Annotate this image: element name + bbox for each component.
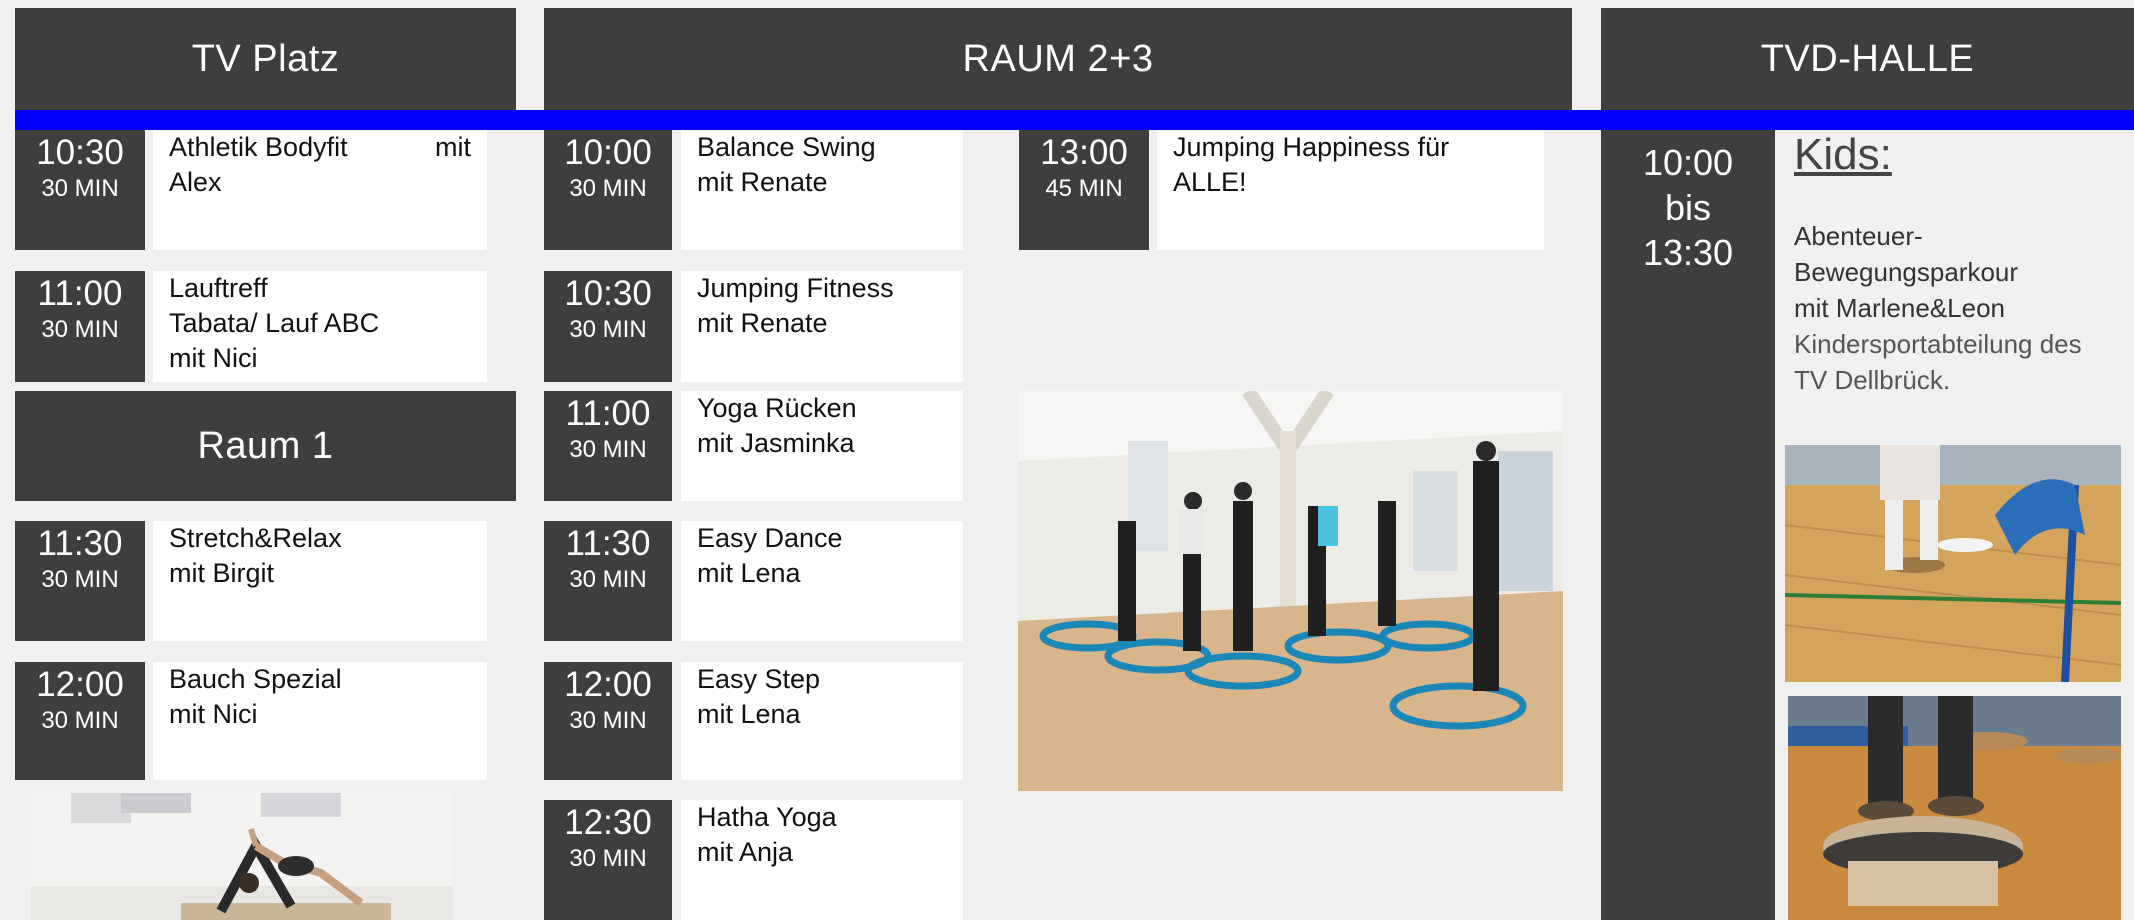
duration-label: 30 MIN <box>41 175 119 202</box>
class-title: Athletik Bodyfit <box>169 132 348 162</box>
class-card: Hatha Yoga mit Anja <box>681 800 963 920</box>
kids-time-to: 13:30 <box>1642 232 1734 273</box>
class-card: Yoga Rücken mit Jasminka <box>681 391 963 501</box>
class-card: Jumping Fitness mit Renate <box>681 271 963 382</box>
duration-label: 30 MIN <box>569 566 647 593</box>
class-instructor: mit Nici <box>169 699 258 729</box>
kids-department: Kindersportabteilung des <box>1794 329 2082 359</box>
class-title: Bauch Spezial <box>169 664 342 694</box>
kids-time-slot: 10:00 bis 13:30 <box>1601 130 1775 920</box>
header-raum-1: Raum 1 <box>15 391 516 501</box>
class-card: Stretch&Relax mit Birgit <box>153 521 487 641</box>
time-label: 11:00 <box>565 394 651 433</box>
time-label: 11:00 <box>37 274 123 313</box>
duration-label: 30 MIN <box>569 707 647 734</box>
time-slot: 10:00 30 MIN <box>544 130 672 250</box>
duration-label: 30 MIN <box>41 566 119 593</box>
class-title: Easy Dance <box>697 523 843 553</box>
class-instructor: mit Renate <box>697 167 828 197</box>
class-card: Bauch Spezial mit Nici <box>153 662 487 780</box>
kids-line: mit Marlene&Leon <box>1794 293 2005 323</box>
kids-time-from: 10:00 <box>1642 142 1734 183</box>
class-subtitle: Tabata/ Lauf ABC <box>169 308 380 338</box>
yoga-photo <box>31 791 453 920</box>
header-tv-platz: TV Platz <box>15 8 516 110</box>
duration-label: 45 MIN <box>1045 175 1123 202</box>
time-slot: 11:30 30 MIN <box>544 521 672 641</box>
header-raum-2-3: RAUM 2+3 <box>544 8 1572 110</box>
time-slot: 10:30 30 MIN <box>15 130 145 250</box>
kids-club: TV Dellbrück. <box>1794 365 1951 395</box>
class-title: Stretch&Relax <box>169 523 342 553</box>
time-label: 10:30 <box>564 274 652 313</box>
header-tv-platz-label: TV Platz <box>191 37 340 80</box>
kids-line: Bewegungsparkour <box>1794 257 2019 287</box>
class-instructor: mit Lena <box>697 699 801 729</box>
kids-line: Abenteuer- <box>1794 221 1923 251</box>
time-slot: 12:30 30 MIN <box>544 800 672 920</box>
time-slot: 11:00 30 MIN <box>15 271 145 382</box>
duration-label: 30 MIN <box>569 436 647 463</box>
trampoline-photo <box>1018 391 1563 791</box>
class-instructor: mit Birgit <box>169 558 275 588</box>
class-title: Lauftreff <box>169 273 268 303</box>
class-instructor: mit Renate <box>697 308 828 338</box>
time-slot: 10:30 30 MIN <box>544 271 672 382</box>
kids-time-separator: bis <box>1664 187 1712 228</box>
duration-label: 30 MIN <box>569 316 647 343</box>
time-slot: 13:00 45 MIN <box>1019 130 1149 250</box>
class-instructor: mit Nici <box>169 343 258 373</box>
time-label: 13:00 <box>1040 133 1128 172</box>
class-card: Athletik Bodyfit mit Alex <box>153 130 487 250</box>
time-label: 11:30 <box>37 524 123 563</box>
class-card: Easy Step mit Lena <box>681 662 963 780</box>
time-slot: 12:00 30 MIN <box>15 662 145 780</box>
class-title: Balance Swing <box>697 132 876 162</box>
class-title: Jumping Happiness für <box>1173 132 1450 162</box>
duration-label: 30 MIN <box>41 707 119 734</box>
class-title: Jumping Fitness <box>697 273 894 303</box>
time-label: 12:00 <box>564 665 652 704</box>
time-label: 10:30 <box>36 133 124 172</box>
duration-label: 30 MIN <box>41 316 119 343</box>
header-raum-2-3-label: RAUM 2+3 <box>962 37 1154 80</box>
time-label: 10:00 <box>564 133 652 172</box>
time-slot: 12:00 30 MIN <box>544 662 672 780</box>
time-label: 11:30 <box>565 524 651 563</box>
kids-parkour-photo <box>1785 445 2121 682</box>
time-label: 12:30 <box>564 803 652 842</box>
kids-info: Kids: Abenteuer- Bewegungsparkour mit Ma… <box>1794 130 2134 410</box>
accent-band <box>15 110 2134 130</box>
kids-title: Kids: <box>1794 130 1892 179</box>
duration-label: 30 MIN <box>569 845 647 872</box>
time-slot: 11:00 30 MIN <box>544 391 672 501</box>
class-card: Jumping Happiness für ALLE! <box>1157 130 1544 250</box>
class-instructor: mit Lena <box>697 558 801 588</box>
class-title: Hatha Yoga <box>697 802 837 832</box>
class-instructor: Alex <box>169 167 222 197</box>
header-tvd-halle: TVD-HALLE <box>1601 8 2134 110</box>
time-slot: 11:30 30 MIN <box>15 521 145 641</box>
class-instructor: mit Jasminka <box>697 428 855 458</box>
class-title: Easy Step <box>697 664 821 694</box>
class-card: Easy Dance mit Lena <box>681 521 963 641</box>
header-tvd-halle-label: TVD-HALLE <box>1760 37 1975 80</box>
duration-label: 30 MIN <box>569 175 647 202</box>
class-card: Lauftreff Tabata/ Lauf ABC mit Nici <box>153 271 487 382</box>
class-instructor: mit Anja <box>697 837 794 867</box>
class-card: Balance Swing mit Renate <box>681 130 963 250</box>
header-raum-1-label: Raum 1 <box>197 424 334 467</box>
time-label: 12:00 <box>36 665 124 704</box>
class-title-row: Athletik Bodyfit mit <box>169 130 471 165</box>
class-title: Yoga Rücken <box>697 393 857 423</box>
class-title-suffix: mit <box>435 132 471 162</box>
kids-balance-board-photo <box>1788 696 2121 920</box>
kids-description: Abenteuer- Bewegungsparkour mit Marlene&… <box>1794 218 2134 398</box>
class-audience: ALLE! <box>1173 167 1247 197</box>
